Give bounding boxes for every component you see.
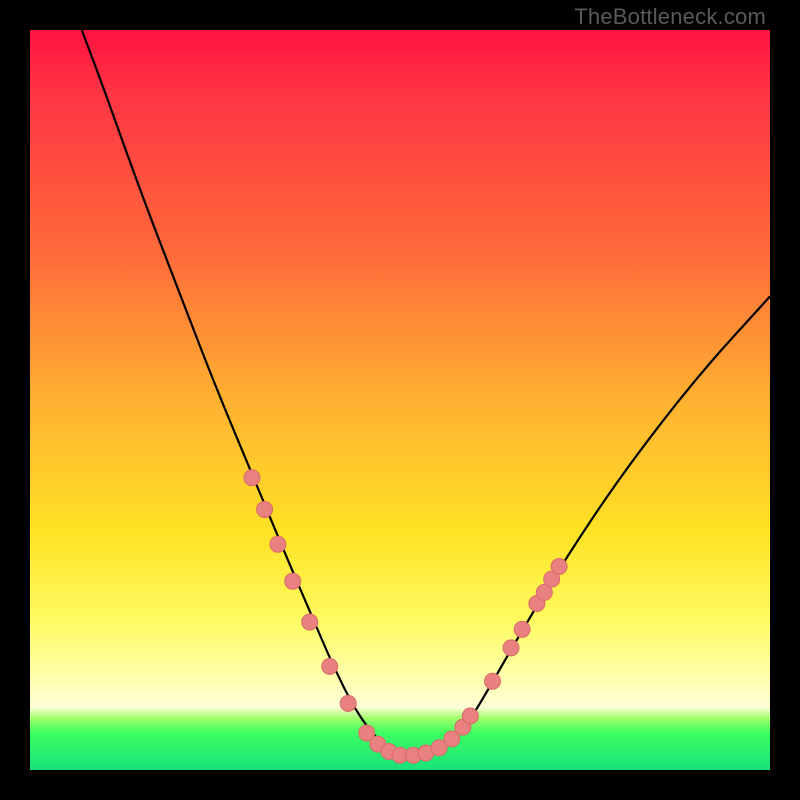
data-marker [485, 673, 501, 689]
data-marker [257, 502, 273, 518]
bottleneck-curve [82, 30, 770, 755]
data-marker [270, 536, 286, 552]
watermark-text: TheBottleneck.com [574, 4, 766, 30]
data-markers [244, 470, 567, 764]
plot-area [30, 30, 770, 770]
data-marker [244, 470, 260, 486]
data-marker [285, 573, 301, 589]
data-marker [302, 614, 318, 630]
data-marker [503, 640, 519, 656]
data-marker [322, 658, 338, 674]
data-marker [551, 559, 567, 575]
chart-stage: TheBottleneck.com [0, 0, 800, 800]
data-marker [340, 695, 356, 711]
data-marker [514, 621, 530, 637]
data-marker [462, 708, 478, 724]
curve-svg [30, 30, 770, 770]
